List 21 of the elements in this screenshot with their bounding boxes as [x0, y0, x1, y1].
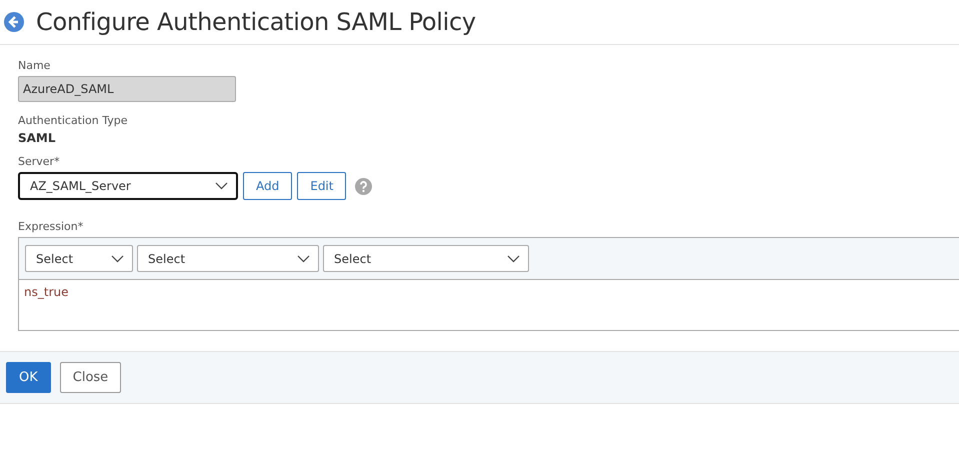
back-icon[interactable] [4, 12, 24, 32]
chevron-down-icon [507, 254, 520, 262]
server-dropdown[interactable]: AZ_SAML_Server [18, 172, 238, 200]
field-label: Server* [18, 155, 61, 168]
field-label: Expression* [18, 220, 84, 233]
help-icon[interactable] [355, 178, 372, 194]
chevron-down-icon [111, 254, 124, 262]
field-label: Authentication Type [18, 114, 129, 127]
chevron-down-icon [297, 254, 310, 262]
ok-button[interactable]: OK [6, 362, 51, 393]
expression-dropdown[interactable]: Select [323, 245, 529, 272]
page-title: Configure Authentication SAML Policy [36, 8, 476, 36]
expression-dropdown[interactable]: Select [137, 245, 319, 272]
expression-text[interactable]: ns_true [19, 280, 959, 330]
field-label: Name [18, 59, 52, 72]
server-button[interactable]: Add [243, 172, 292, 200]
chevron-down-icon [215, 182, 228, 190]
server-button[interactable]: Edit [297, 172, 346, 200]
expression-dropdown[interactable]: Select [25, 245, 133, 272]
field-value: SAML [18, 131, 57, 145]
close-button[interactable]: Close [60, 362, 122, 393]
